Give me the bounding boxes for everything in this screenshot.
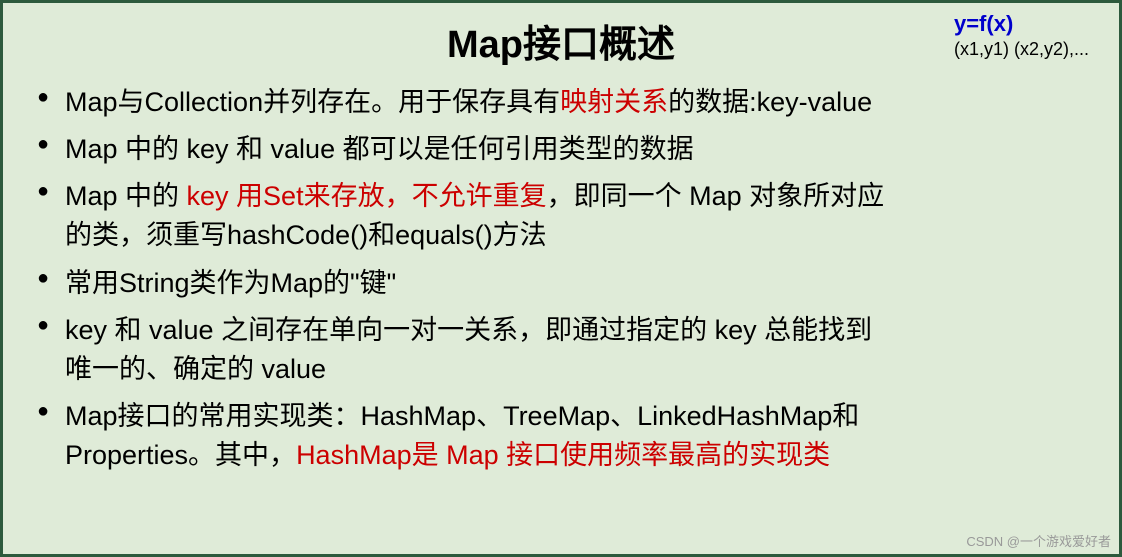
bullet-1-text-pre: Map与Collection并列存在。用于保存具有 <box>65 87 560 117</box>
bullet-3-cont-text: 的类，须重写hashCode()和equals()方法 <box>65 220 547 250</box>
slide-header: Map接口概述 y=f(x) (x1,y1) (x2,y2),... <box>3 3 1119 83</box>
bullet-3-text-pre: Map 中的 <box>65 181 187 211</box>
formula-block: y=f(x) (x1,y1) (x2,y2),... <box>954 11 1089 60</box>
slide-content: Map与Collection并列存在。用于保存具有映射关系的数据:key-val… <box>3 83 1119 475</box>
bullet-6: Map接口的常用实现类：HashMap、TreeMap、LinkedHashMa… <box>33 397 1089 436</box>
bullet-3: Map 中的 key 用Set来存放，不允许重复，即同一个 Map 对象所对应 <box>33 177 1089 216</box>
bullet-5-continuation: 唯一的、确定的 value <box>33 350 1089 389</box>
formula-sub: (x1,y1) (x2,y2),... <box>954 39 1089 60</box>
watermark: CSDN @一个游戏爱好者 <box>966 531 1111 550</box>
bullet-2: Map 中的 key 和 value 都可以是任何引用类型的数据 <box>33 130 1089 169</box>
bullet-5-cont-text: 唯一的、确定的 value <box>65 354 326 384</box>
bullet-1-highlight: 映射关系 <box>560 87 668 117</box>
bullet-6-highlight: HashMap是 Map 接口使用频率最高的实现类 <box>296 440 830 470</box>
bullet-5-text: key 和 value 之间存在单向一对一关系，即通过指定的 key 总能找到 <box>65 315 872 345</box>
bullet-6-cont-pre: Properties。其中， <box>65 440 296 470</box>
formula-main: y=f(x) <box>954 11 1089 37</box>
bullet-1: Map与Collection并列存在。用于保存具有映射关系的数据:key-val… <box>33 83 1089 122</box>
page-title: Map接口概述 <box>447 13 675 68</box>
bullet-2-text: Map 中的 key 和 value 都可以是任何引用类型的数据 <box>65 134 694 164</box>
bullet-4-text: 常用String类作为Map的"键" <box>65 268 396 298</box>
bullet-5: key 和 value 之间存在单向一对一关系，即通过指定的 key 总能找到 <box>33 311 1089 350</box>
bullet-6-text: Map接口的常用实现类：HashMap、TreeMap、LinkedHashMa… <box>65 401 859 431</box>
bullet-3-highlight: key 用Set来存放，不允许重复 <box>187 181 547 211</box>
bullet-3-continuation: 的类，须重写hashCode()和equals()方法 <box>33 216 1089 255</box>
bullet-4: 常用String类作为Map的"键" <box>33 264 1089 303</box>
bullet-6-continuation: Properties。其中，HashMap是 Map 接口使用频率最高的实现类 <box>33 436 1089 475</box>
bullet-1-text-post: 的数据:key-value <box>668 87 872 117</box>
bullet-3-text-mid: ，即同一个 Map 对象所对应 <box>547 181 885 211</box>
